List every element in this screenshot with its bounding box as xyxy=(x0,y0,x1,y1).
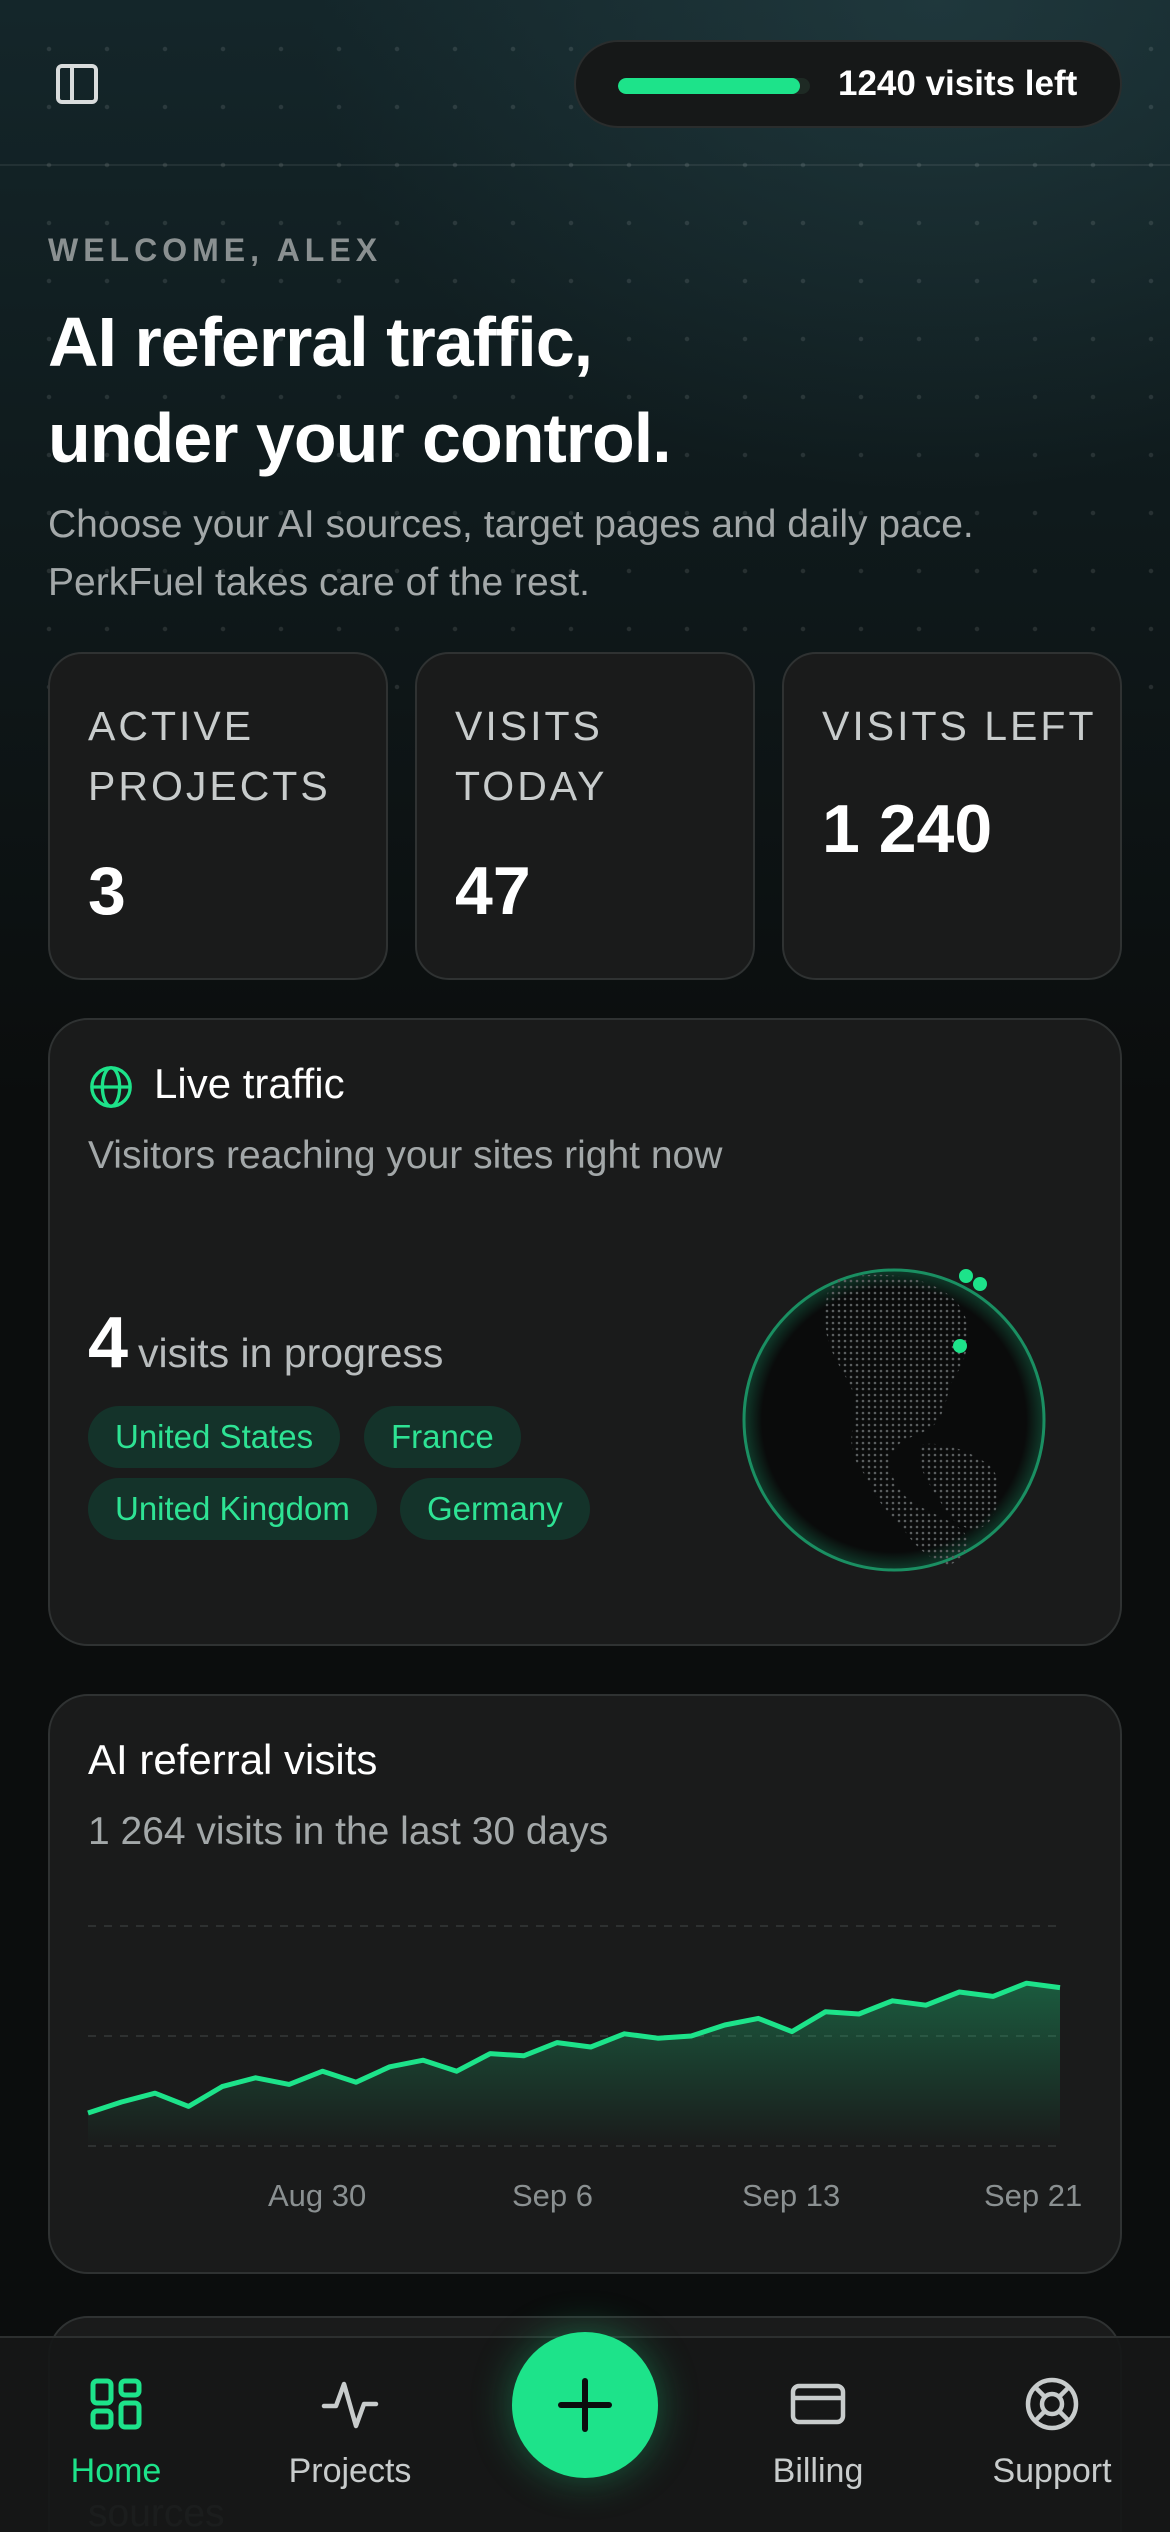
top-bar: 1240 visits left xyxy=(0,0,1170,166)
stat-value: 3 xyxy=(88,853,126,929)
x-tick-label: Sep 21 xyxy=(984,2178,1083,2213)
stat-card-visits-today[interactable]: VISITS TODAY 47 xyxy=(415,652,755,980)
stat-label: VISITS LEFT xyxy=(822,703,1097,749)
country-tag: United States xyxy=(88,1406,341,1468)
page-title: AI referral traffic, under your control. xyxy=(48,294,1048,486)
visits-progress-fill xyxy=(618,78,801,94)
referral-visits-card[interactable]: AI referral visits 1 264 visits in the l… xyxy=(48,1694,1122,2274)
nav-label: Support xyxy=(992,2452,1112,2490)
stat-card-active-projects[interactable]: ACTIVE PROJECTS 3 xyxy=(48,652,388,980)
nav-home[interactable]: Home xyxy=(16,2338,216,2532)
visits-left-label: 1240 visits left xyxy=(838,64,1078,103)
welcome-text: WELCOME, ALEX xyxy=(48,232,383,268)
nav-support[interactable]: Support xyxy=(952,2338,1152,2532)
add-project-button[interactable] xyxy=(512,2332,658,2478)
nav-label: Projects xyxy=(288,2452,412,2490)
stat-label: ACTIVE PROJECTS xyxy=(88,703,331,809)
activity-icon xyxy=(321,2381,379,2429)
nav-label: Billing xyxy=(772,2452,864,2490)
x-tick-label: Sep 6 xyxy=(512,2178,594,2213)
nav-label: Home xyxy=(70,2452,162,2490)
area-fill xyxy=(88,1983,1060,2146)
stat-value: 1 240 xyxy=(822,791,993,867)
headline-line-1: AI referral traffic, xyxy=(48,303,593,381)
home-grid-icon xyxy=(90,2378,142,2430)
country-tag: Germany xyxy=(400,1478,590,1540)
visits-count: 4 xyxy=(88,1303,129,1383)
x-tick-label: Aug 30 xyxy=(268,2178,367,2213)
stat-card-visits-left[interactable]: VISITS LEFT 1 240 xyxy=(782,652,1122,980)
headline-line-2: under your control. xyxy=(48,399,672,477)
country-tag: United Kingdom xyxy=(88,1478,377,1540)
visits-progress-bar xyxy=(618,78,810,94)
live-traffic-card[interactable]: Live traffic Visitors reaching your site… xyxy=(48,1018,1122,1646)
sidebar-toggle-icon[interactable] xyxy=(56,64,98,104)
traffic-dot xyxy=(953,1339,967,1353)
visits-count-label: visits in progress xyxy=(138,1330,444,1376)
x-tick-label: Sep 13 xyxy=(742,2178,841,2213)
lifebuoy-icon xyxy=(1025,2377,1079,2431)
stat-value: 47 xyxy=(455,853,531,929)
visits-left-pill[interactable]: 1240 visits left xyxy=(574,40,1122,128)
live-globe xyxy=(742,1268,1046,1572)
card-icon xyxy=(790,2383,846,2425)
stat-label: VISITS TODAY xyxy=(455,703,608,809)
live-traffic-title: Live traffic xyxy=(154,1060,345,1107)
traffic-dot xyxy=(959,1269,973,1283)
plus-icon xyxy=(558,2378,612,2432)
nav-projects[interactable]: Projects xyxy=(250,2338,450,2532)
live-traffic-subtitle: Visitors reaching your sites right now xyxy=(88,1134,723,1177)
traffic-dot xyxy=(973,1277,987,1291)
globe-icon xyxy=(90,1066,132,1108)
visits-in-progress: 4 visits in progress xyxy=(88,1302,443,1384)
country-tag: France xyxy=(364,1406,521,1468)
nav-billing[interactable]: Billing xyxy=(718,2338,918,2532)
page-subtitle: Choose your AI sources, target pages and… xyxy=(48,503,974,604)
